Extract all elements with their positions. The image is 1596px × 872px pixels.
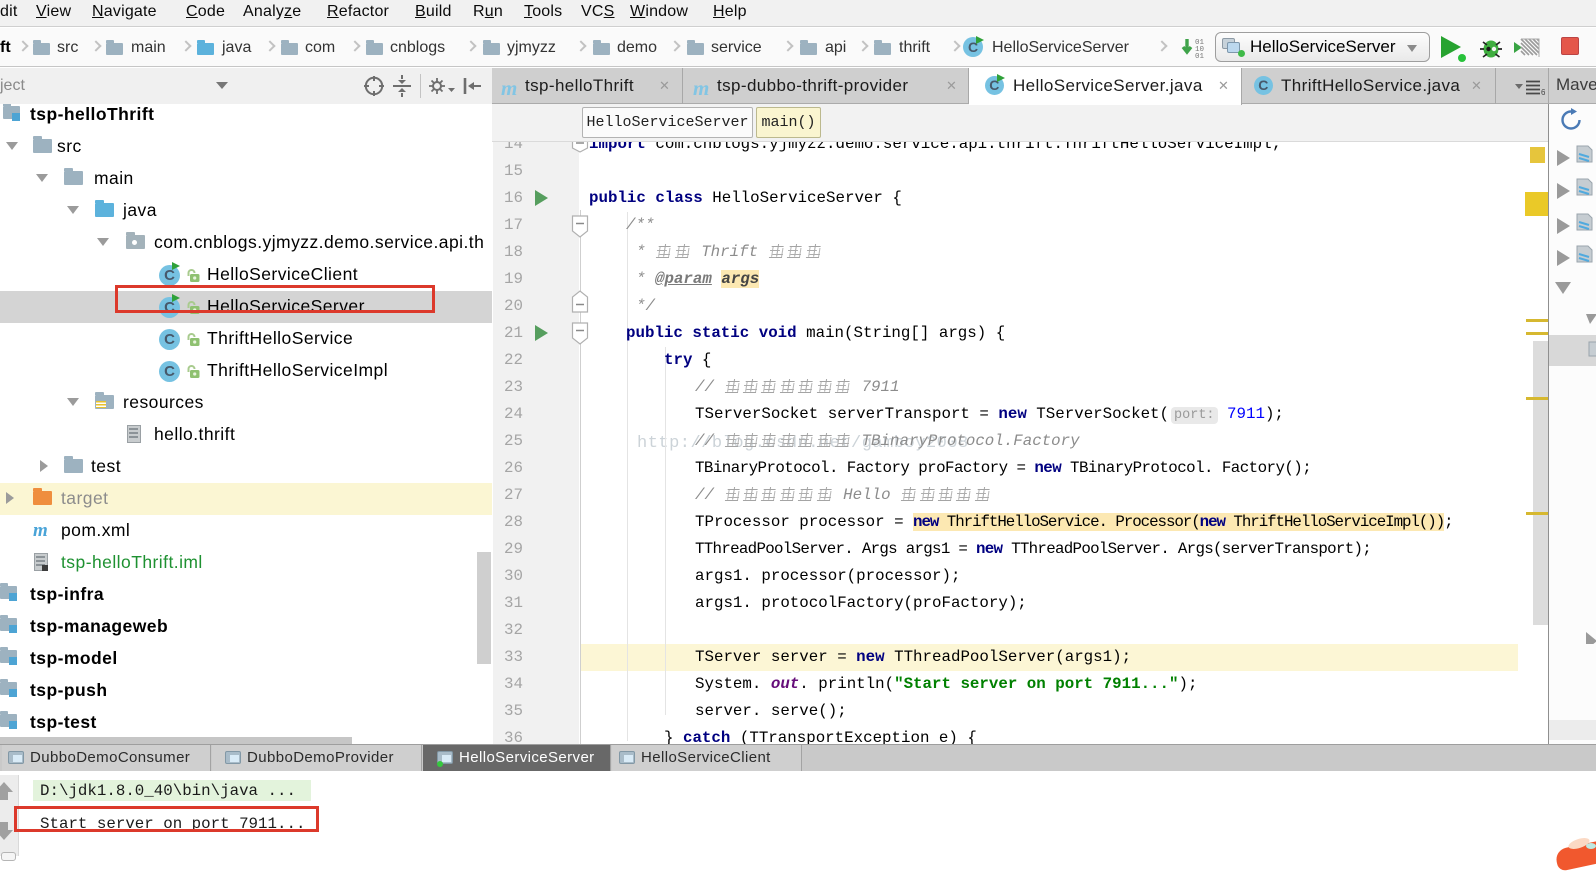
svg-text:6: 6 <box>1541 88 1545 95</box>
svg-text:01: 01 <box>1195 53 1205 60</box>
